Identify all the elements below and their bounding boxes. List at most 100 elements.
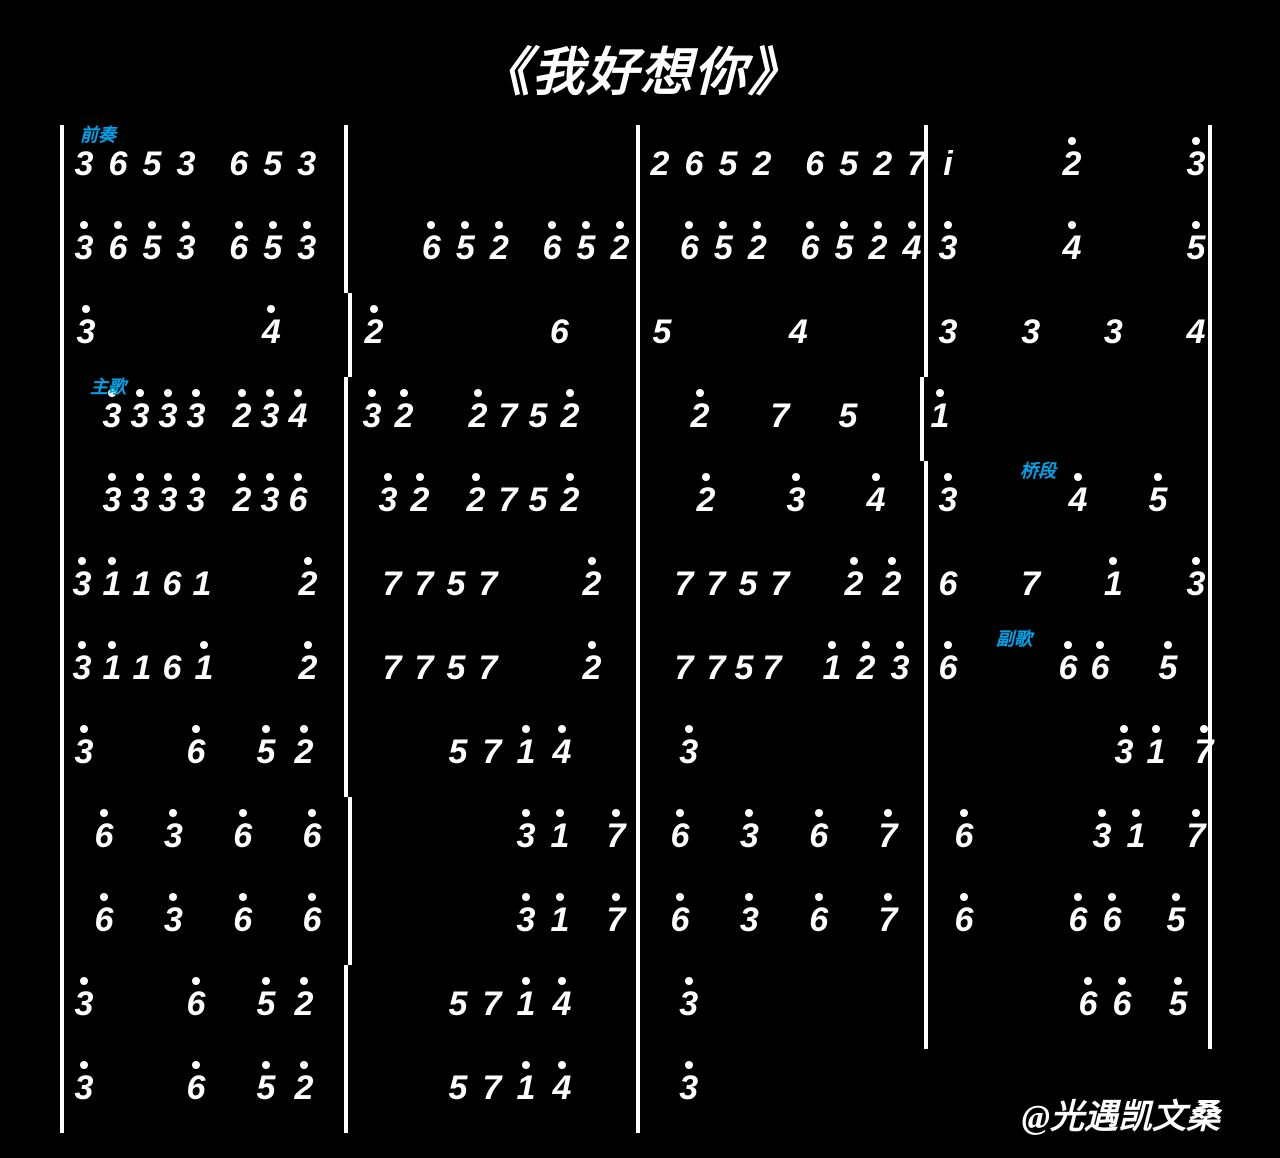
note: 3: [184, 397, 208, 436]
note: 3: [70, 565, 94, 604]
octave-dot: [944, 641, 952, 649]
note: 3: [737, 817, 761, 856]
octave-dot: [300, 977, 308, 985]
octave-dot: [239, 893, 247, 901]
octave-dot: [114, 221, 122, 229]
octave-dot: [676, 893, 684, 901]
note: 6: [286, 481, 310, 520]
note: 5: [832, 229, 856, 268]
note: i: [936, 145, 960, 184]
octave-dot: [182, 221, 190, 229]
note: 5: [261, 229, 285, 268]
note: 5: [444, 565, 468, 604]
note: 2: [688, 397, 712, 436]
octave-dot: [400, 389, 408, 397]
note: 3: [1112, 733, 1136, 772]
octave-dot: [192, 473, 200, 481]
octave-dot: [612, 893, 620, 901]
bar: 5714: [348, 1049, 636, 1133]
octave-dot: [884, 809, 892, 817]
note: 3: [1101, 313, 1125, 352]
note: 7: [380, 649, 404, 688]
note: 7: [496, 397, 520, 436]
octave-dot: [169, 893, 177, 901]
note: 2: [854, 649, 878, 688]
note: 3: [677, 1069, 701, 1108]
octave-dot: [80, 221, 88, 229]
octave-dot: [427, 221, 435, 229]
note: 7: [704, 565, 728, 604]
note: 4: [864, 481, 888, 520]
octave-dot: [616, 221, 624, 229]
octave-dot: [936, 389, 944, 397]
note: 3: [100, 481, 124, 520]
note: 6: [300, 817, 324, 856]
note: 7: [604, 901, 628, 940]
note: 6: [803, 145, 827, 184]
note: 6: [682, 145, 706, 184]
note: 3: [1184, 565, 1208, 604]
note: 7: [476, 565, 500, 604]
octave-dot: [262, 725, 270, 733]
note: 6: [92, 901, 116, 940]
note: 6: [227, 229, 251, 268]
score-line: 桥段3333236322752234345: [60, 461, 1220, 545]
note: 7: [480, 985, 504, 1024]
bar: 7757123: [636, 629, 924, 713]
octave-dot: [702, 473, 710, 481]
note: 1: [130, 565, 154, 604]
note: 7: [496, 481, 520, 520]
note: 2: [558, 481, 582, 520]
octave-dot: [888, 557, 896, 565]
octave-dot: [676, 809, 684, 817]
note: 2: [230, 481, 254, 520]
note: 2: [487, 229, 511, 268]
octave-dot: [522, 977, 530, 985]
note: 5: [254, 985, 278, 1024]
bar: 77572: [348, 545, 636, 629]
note: 4: [259, 313, 283, 352]
note: 6: [1076, 985, 1100, 1024]
note: 5: [446, 1069, 470, 1108]
octave-dot: [164, 473, 172, 481]
note: 3: [174, 229, 198, 268]
note: 6: [668, 817, 692, 856]
note: 3: [1090, 817, 1114, 856]
note: 7: [768, 397, 792, 436]
note: 6: [677, 229, 701, 268]
score-line: 3426543334: [60, 293, 1220, 377]
note: 4: [1184, 313, 1208, 352]
octave-dot: [558, 977, 566, 985]
note: 6: [231, 901, 255, 940]
note: 1: [1101, 565, 1125, 604]
note: 7: [412, 565, 436, 604]
note: 3: [174, 145, 198, 184]
octave-dot: [685, 725, 693, 733]
bar: 3: [636, 713, 924, 797]
octave-dot: [80, 725, 88, 733]
note: 3: [156, 481, 180, 520]
note: 1: [548, 901, 572, 940]
note: 7: [480, 1069, 504, 1108]
octave-dot: [474, 389, 482, 397]
octave-dot: [944, 473, 952, 481]
note: 1: [1144, 733, 1168, 772]
note: 2: [694, 481, 718, 520]
score-line: 311612775727757226713: [60, 545, 1220, 629]
note: 3: [72, 733, 96, 772]
octave-dot: [78, 557, 86, 565]
octave-dot: [548, 221, 556, 229]
score-line: 主歌33332343227522751: [60, 377, 1220, 461]
bar: 317: [348, 797, 636, 881]
octave-dot: [874, 221, 882, 229]
octave-dot: [1192, 221, 1200, 229]
note: 1: [100, 649, 124, 688]
bar: 6367: [636, 797, 924, 881]
octave-dot: [556, 809, 564, 817]
bar: 6367: [636, 881, 924, 965]
octave-dot: [368, 389, 376, 397]
octave-dot: [304, 641, 312, 649]
bar: 34: [60, 293, 348, 377]
bar: 311612: [60, 629, 348, 713]
note: 3: [1019, 313, 1043, 352]
